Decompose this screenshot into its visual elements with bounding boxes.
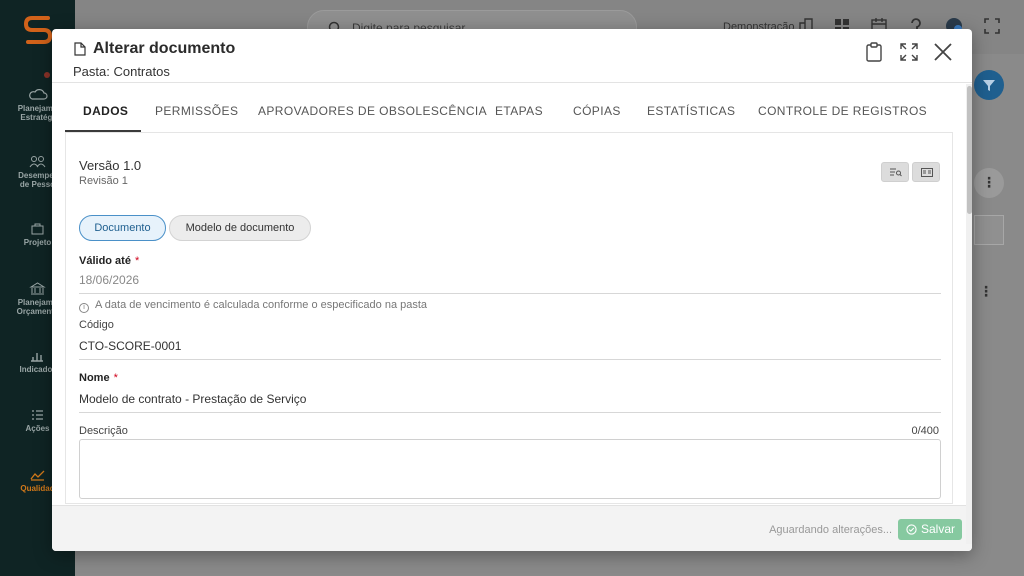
- valid-until-label: Válido até *: [79, 255, 139, 267]
- notification-dot: [44, 72, 50, 78]
- required-mark: *: [134, 255, 140, 267]
- tab-copias[interactable]: CÓPIAS: [573, 93, 621, 133]
- field-underline: [79, 359, 941, 360]
- dialog-footer: Aguardando alterações... Salvar: [52, 505, 972, 551]
- filter-icon: [983, 80, 995, 91]
- field-underline: [79, 412, 941, 413]
- dialog-header: Alterar documento Pasta: Contratos: [52, 29, 972, 83]
- filter-button[interactable]: [974, 70, 1004, 100]
- tab-aprovadores-obsolescencia[interactable]: APROVADORES DE OBSOLESCÊNCIA: [258, 93, 487, 133]
- name-label-text: Nome: [79, 372, 110, 384]
- id-card-button[interactable]: [912, 162, 940, 182]
- background-panel: [974, 215, 1004, 245]
- document-revision: Revisão 1: [79, 175, 128, 187]
- dialog-tabs: DADOS PERMISSÕES APROVADORES DE OBSOLESC…: [65, 93, 953, 133]
- more-options-button[interactable]: ⋮: [974, 168, 1004, 198]
- name-field[interactable]: Modelo de contrato - Prestação de Serviç…: [79, 392, 306, 406]
- name-label: Nome *: [79, 372, 118, 384]
- code-field[interactable]: CTO-SCORE-0001: [79, 339, 181, 353]
- valid-until-hint: i A data de vencimento é calculada confor…: [79, 299, 427, 313]
- document-version: Versão 1.0: [79, 158, 142, 173]
- close-icon[interactable]: [932, 41, 954, 63]
- code-label: Código: [79, 319, 114, 331]
- valid-until-label-text: Válido até: [79, 255, 131, 267]
- valid-until-hint-text: A data de vencimento é calculada conform…: [95, 299, 428, 311]
- description-counter: 0/400: [911, 425, 939, 437]
- tab-content-dados: Versão 1.0 Revisão 1 Documento Modelo de…: [65, 133, 953, 504]
- valid-until-field: 18/06/2026: [79, 273, 140, 287]
- clipboard-icon[interactable]: [863, 41, 885, 63]
- tab-permissoes[interactable]: PERMISSÕES: [155, 93, 238, 133]
- row-menu-icon[interactable]: ⋮: [979, 283, 993, 300]
- active-tab-indicator: [65, 130, 141, 132]
- tab-estatisticas[interactable]: ESTATÍSTICAS: [647, 93, 735, 133]
- tab-etapas[interactable]: ETAPAS: [495, 93, 543, 133]
- chip-modelo-documento[interactable]: Modelo de documento: [169, 215, 311, 241]
- dialog-title: Alterar documento: [93, 40, 236, 57]
- info-icon: i: [79, 303, 89, 313]
- check-circle-icon: [906, 524, 917, 535]
- app-logo: [23, 16, 53, 44]
- edit-document-dialog: Alterar documento Pasta: Contratos DADOS…: [52, 29, 972, 551]
- scrollbar-thumb[interactable]: [967, 86, 972, 214]
- save-button[interactable]: Salvar: [898, 519, 962, 540]
- description-label: Descrição: [79, 425, 128, 437]
- expand-icon[interactable]: [898, 41, 920, 63]
- document-icon: [74, 42, 86, 56]
- folder-label: Pasta: Contratos: [73, 64, 170, 79]
- save-button-label: Salvar: [921, 522, 956, 536]
- tab-dados[interactable]: DADOS: [83, 93, 128, 133]
- view-list-button[interactable]: [881, 162, 909, 182]
- list-search-icon: [890, 168, 902, 177]
- required-mark: *: [113, 372, 118, 384]
- fullscreen-icon[interactable]: [983, 17, 1001, 35]
- description-textarea[interactable]: [79, 439, 941, 499]
- field-underline: [79, 293, 941, 294]
- tab-controle-registros[interactable]: CONTROLE DE REGISTROS: [758, 93, 927, 133]
- chip-documento[interactable]: Documento: [79, 215, 166, 241]
- id-card-icon: [921, 168, 933, 177]
- save-status: Aguardando alterações...: [769, 524, 892, 536]
